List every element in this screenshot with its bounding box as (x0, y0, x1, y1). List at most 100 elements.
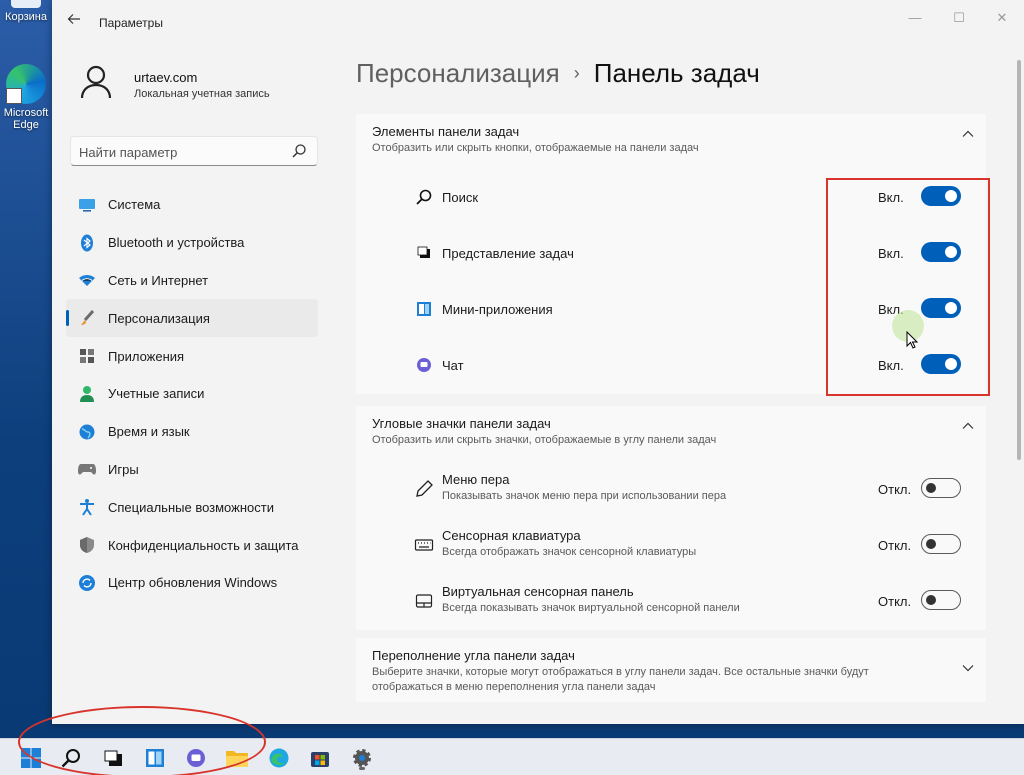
bluetooth-icon (78, 234, 96, 252)
breadcrumb-parent[interactable]: Персонализация (356, 58, 560, 88)
sidebar-item-label: Конфиденциальность и защита (108, 537, 299, 553)
edge-icon (269, 748, 289, 768)
sidebar-item-windows-update[interactable]: Центр обновления Windows (66, 564, 318, 602)
apps-icon (78, 347, 96, 365)
sidebar-item-label: Сеть и Интернет (108, 272, 209, 288)
file-explorer-icon (226, 751, 248, 767)
breadcrumb: Персонализация › Панель задач (356, 58, 760, 89)
setting-row-search: Поиск Вкл. (356, 170, 986, 226)
account-type: Локальная учетная запись (134, 88, 270, 100)
taskbar-file-explorer-button[interactable] (224, 745, 250, 771)
search-icon[interactable] (291, 143, 307, 159)
task-view-icon (417, 246, 430, 258)
corner-overflow-section: Переполнение угла панели задач Выберите … (356, 638, 986, 702)
chat-icon (187, 749, 205, 767)
sidebar-item-label: Приложения (108, 348, 185, 364)
setting-row-virtual-touchpad: Виртуальная сенсорная панель Всегда пока… (356, 574, 986, 630)
section-title: Переполнение угла панели задач (372, 648, 575, 663)
settings-icon (353, 749, 371, 767)
arrow-left-icon (67, 14, 80, 24)
section-header[interactable]: Переполнение угла панели задач Выберите … (356, 638, 986, 702)
widgets-toggle[interactable] (921, 298, 961, 318)
active-indicator (359, 767, 365, 770)
recycle-bin-label: Корзина (5, 11, 47, 23)
setting-label: Сенсорная клавиатура (442, 528, 581, 543)
chevron-up-icon[interactable] (960, 126, 976, 142)
shield-icon (78, 536, 96, 554)
section-title: Элементы панели задач (372, 124, 520, 139)
sidebar-item-label: Игры (108, 461, 139, 477)
sidebar-item-accounts[interactable]: Учетные записи (66, 375, 318, 413)
minimize-button[interactable]: — (900, 8, 930, 28)
monitor-icon (78, 196, 96, 214)
chevron-down-icon[interactable] (960, 660, 976, 676)
widgets-icon (146, 749, 164, 767)
main-content: Персонализация › Панель задач Элементы пан… (328, 44, 1024, 724)
sidebar-item-bluetooth[interactable]: Bluetooth и устройства (66, 224, 318, 262)
toggle-state-text: Вкл. (878, 190, 904, 205)
setting-label: Мини-приложения (442, 302, 553, 317)
setting-sublabel: Всегда показывать значок виртуальной сен… (442, 602, 740, 614)
toggle-state-text: Откл. (878, 538, 912, 553)
wifi-icon (78, 271, 96, 289)
taskbar-store-button[interactable] (307, 745, 333, 771)
sidebar-item-gaming[interactable]: Игры (66, 451, 318, 489)
sidebar-item-label: Специальные возможности (108, 499, 274, 515)
widgets-icon (417, 302, 431, 316)
start-button[interactable] (18, 745, 44, 771)
corner-icons-section: Угловые значки панели задач Отобразить и… (356, 406, 986, 630)
taskbar-chat-button[interactable] (183, 745, 209, 771)
taskbar (0, 738, 1024, 775)
settings-window: Параметры — ☐ ✕ urtaev.com Локальная уче… (52, 0, 1024, 724)
taskbar-settings-button[interactable] (349, 745, 375, 771)
setting-label: Меню пера (442, 472, 510, 487)
setting-sublabel: Показывать значок меню пера при использо… (442, 490, 727, 502)
sidebar-item-label: Персонализация (108, 310, 210, 326)
chat-toggle[interactable] (921, 354, 961, 374)
settings-search[interactable] (70, 136, 318, 166)
sidebar-item-apps[interactable]: Приложения (66, 337, 318, 375)
recycle-bin-shortcut[interactable]: Корзина (0, 0, 52, 23)
task-view-toggle[interactable] (921, 242, 961, 262)
close-button[interactable]: ✕ (987, 8, 1017, 28)
taskbar-search-button[interactable] (58, 745, 84, 771)
sidebar-item-accessibility[interactable]: Специальные возможности (66, 488, 318, 526)
sidebar-item-privacy[interactable]: Конфиденциальность и защита (66, 526, 318, 564)
virtual-touchpad-toggle[interactable] (921, 590, 961, 610)
taskbar-edge-button[interactable] (266, 745, 292, 771)
sidebar-item-time-language[interactable]: Время и язык (66, 413, 318, 451)
mouse-cursor-icon (906, 331, 918, 349)
sidebar-item-system[interactable]: Система (66, 186, 318, 224)
section-description: Отобразить или скрыть значки, отображаем… (372, 434, 717, 446)
sidebar-item-personalization[interactable]: Персонализация (66, 299, 318, 338)
taskbar-task-view-button[interactable] (100, 745, 126, 771)
update-icon (78, 574, 96, 592)
toggle-state-text: Откл. (878, 594, 912, 609)
recycle-bin-icon (11, 0, 41, 8)
window-title: Параметры (99, 16, 163, 30)
section-description: Выберите значки, которые могут отображат… (372, 666, 869, 693)
sidebar: urtaev.com Локальная учетная запись Сист… (52, 44, 328, 724)
start-icon (21, 748, 41, 768)
breadcrumb-separator: › (573, 63, 580, 83)
sidebar-item-network[interactable]: Сеть и Интернет (66, 262, 318, 300)
edge-shortcut[interactable]: Microsoft Edge (0, 64, 52, 131)
setting-row-task-view: Представление задач Вкл. (356, 226, 986, 282)
touch-keyboard-toggle[interactable] (921, 534, 961, 554)
sidebar-item-label: Система (108, 197, 161, 213)
search-input[interactable] (79, 143, 284, 161)
toggle-state-text: Откл. (878, 482, 912, 497)
pen-menu-toggle[interactable] (921, 478, 961, 498)
scrollbar[interactable] (1017, 60, 1021, 460)
edge-shortcut-label: Microsoft Edge (3, 107, 49, 131)
back-button[interactable] (64, 12, 84, 32)
maximize-button[interactable]: ☐ (944, 8, 974, 28)
chevron-up-icon[interactable] (960, 418, 976, 434)
section-header[interactable]: Угловые значки панели задач Отобразить и… (356, 406, 986, 462)
account-card[interactable]: urtaev.com Локальная учетная запись (78, 64, 318, 112)
taskbar-widgets-button[interactable] (142, 745, 168, 771)
section-header[interactable]: Элементы панели задач Отобразить или скр… (356, 114, 986, 170)
task-view-icon (104, 750, 122, 766)
gamepad-icon (78, 460, 96, 478)
search-toggle[interactable] (921, 186, 961, 206)
